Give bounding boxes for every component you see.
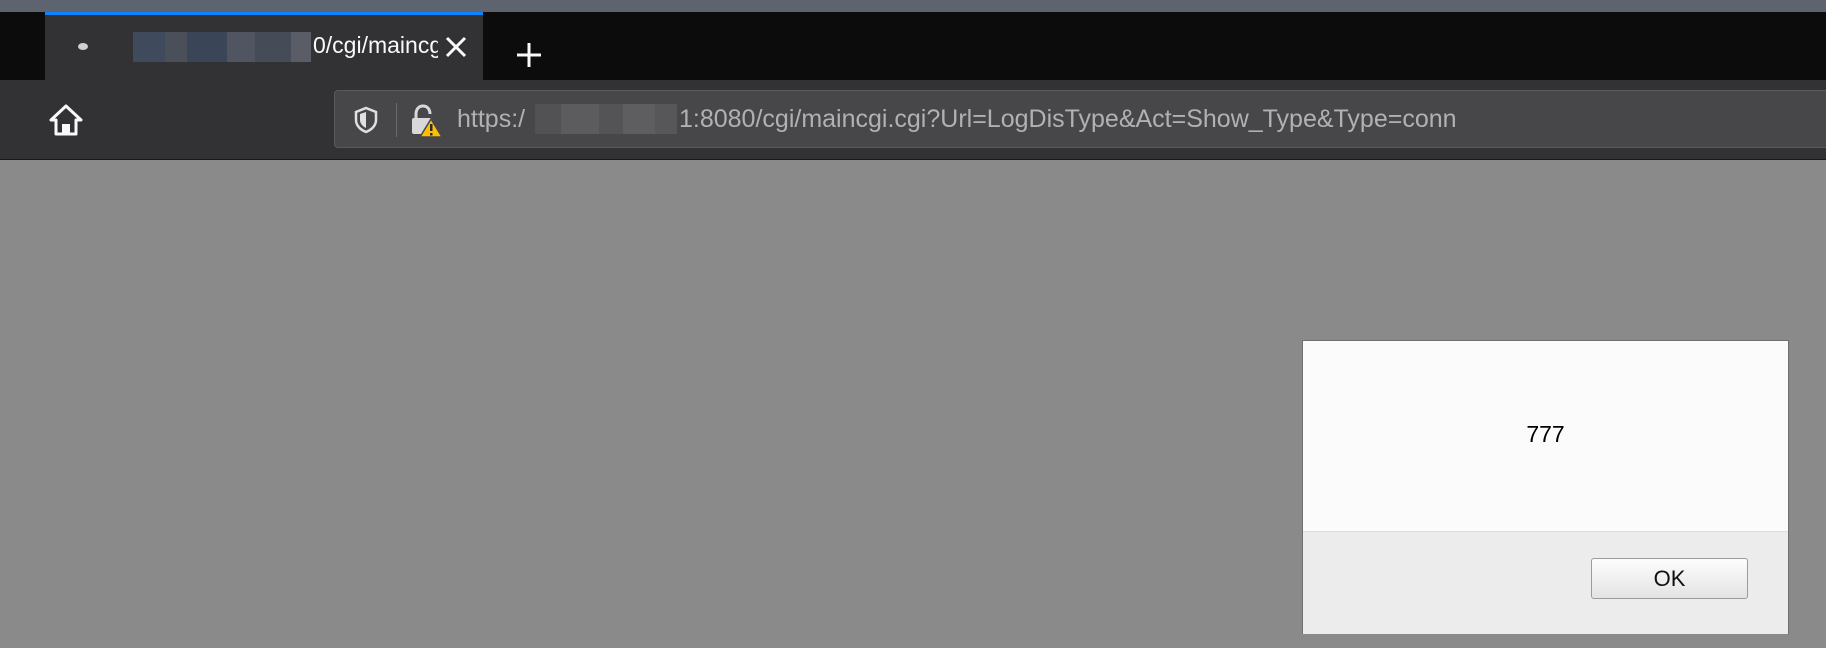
redacted-hostname [133,32,311,62]
navigation-toolbar: https:/ 1:8080/cgi/maincgi.cgi?Url=LogDi… [0,80,1826,160]
home-icon[interactable] [48,102,84,138]
url-bar-separator [396,103,397,137]
alert-dialog: 777 OK [1302,340,1789,634]
url-scheme: https:/ [457,105,526,133]
url-bar[interactable]: https:/ 1:8080/cgi/maincgi.cgi?Url=LogDi… [334,90,1826,148]
alert-message: 777 [1526,421,1565,447]
plus-icon[interactable] [512,38,546,72]
ok-button[interactable]: OK [1591,558,1748,599]
shield-icon[interactable] [353,106,379,134]
tab-active-indicator [45,12,483,15]
url-path: 1:8080/cgi/maincgi.cgi?Url=LogDisType&Ac… [679,105,1457,133]
close-icon[interactable] [441,28,471,64]
redacted-url-host [535,104,677,134]
insecure-lock-icon[interactable] [408,103,444,139]
tab-title: 0/cgi/maincgi.cgi [313,32,438,58]
window-titlebar [0,0,1826,12]
alert-footer: OK [1303,531,1788,634]
browser-tab[interactable]: 0/cgi/maincgi.cgi [45,12,483,80]
globe-icon [78,43,88,50]
